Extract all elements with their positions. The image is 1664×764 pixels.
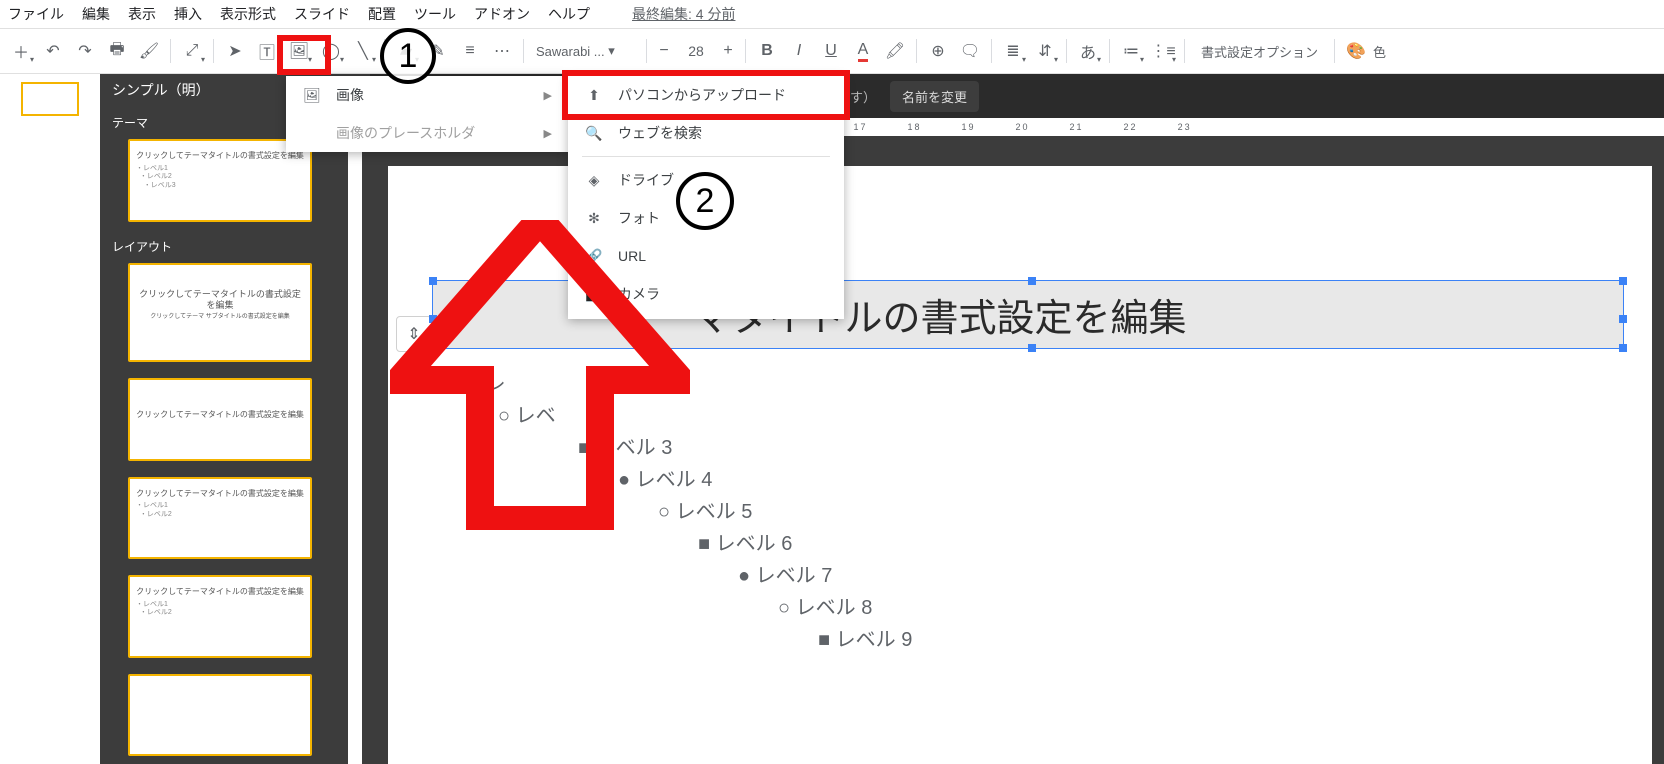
menu-edit[interactable]: 編集: [82, 4, 110, 24]
bold-button[interactable]: B: [752, 36, 782, 66]
highlight-button[interactable]: 🖍: [880, 36, 910, 66]
drive-icon: ◈: [584, 172, 604, 189]
submenu-search-web[interactable]: 🔍 ウェブを検索: [568, 114, 844, 152]
menu-bar: ファイル 編集 表示 挿入 表示形式 スライド 配置 ツール アドオン ヘルプ …: [0, 0, 1664, 28]
vertical-ruler: [340, 74, 370, 764]
menu-item-placeholder: 画像のプレースホルダ ▶: [286, 114, 568, 152]
numbered-list-button[interactable]: ≔: [1116, 36, 1146, 66]
theme-master-thumb[interactable]: クリックしてテーマタイトルの書式設定を編集 ・レベル1 ・レベル2 ・レベル3: [128, 139, 312, 221]
menu-insert[interactable]: 挿入: [174, 4, 202, 24]
chevron-right-icon: ▶: [544, 89, 552, 102]
shape-tool[interactable]: ◯: [316, 36, 346, 66]
menu-arrange[interactable]: 配置: [368, 4, 396, 24]
print-button[interactable]: 🖶: [102, 36, 132, 66]
upload-icon: ⬆: [584, 87, 604, 104]
red-arrow-annotation: [390, 220, 690, 530]
layout-thumb-5[interactable]: [128, 674, 312, 756]
input-tools-button[interactable]: あ: [1073, 36, 1103, 66]
banner-text: す）: [850, 87, 876, 106]
layout-section-label: レイアウト: [100, 230, 340, 255]
menu-help[interactable]: ヘルプ: [548, 4, 590, 24]
rename-button[interactable]: 名前を変更: [890, 81, 979, 112]
layout-thumb-3[interactable]: クリックしてテーマタイトルの書式設定を編集 ・レベル1 ・レベル2: [128, 477, 312, 559]
image-icon: 🖼: [302, 87, 322, 104]
toolbar: ＋ ↶ ↷ 🖶 🖌 ⤢ ➤ 🅃 🖼 ◯ ╲ ▰ ✎ ≡ ⋯ Sawarabi .…: [0, 28, 1664, 74]
insert-link-button[interactable]: ⊕: [923, 36, 953, 66]
undo-button[interactable]: ↶: [38, 36, 68, 66]
insert-image-button[interactable]: 🖼: [284, 36, 314, 66]
font-size-value[interactable]: 28: [679, 43, 713, 59]
menu-file[interactable]: ファイル: [8, 4, 64, 24]
font-size-increase[interactable]: +: [717, 40, 739, 62]
last-edit-link[interactable]: 最終編集: 4 分前: [632, 4, 735, 24]
underline-button[interactable]: U: [816, 36, 846, 66]
chevron-right-icon: ▶: [544, 127, 552, 140]
border-weight-button[interactable]: ≡: [455, 36, 485, 66]
theme-panel: シンプル（明） テーマ クリックしてテーマタイトルの書式設定を編集 ・レベル1 …: [100, 74, 340, 764]
search-icon: 🔍: [584, 125, 604, 142]
italic-button[interactable]: I: [784, 36, 814, 66]
format-options-button[interactable]: 書式設定オプション: [1191, 42, 1328, 61]
font-size-control[interactable]: − 28 +: [653, 40, 739, 62]
menu-item-image[interactable]: 🖼 画像 ▶: [286, 76, 568, 114]
select-tool[interactable]: ➤: [220, 36, 250, 66]
layout-thumb-4[interactable]: クリックしてテーマタイトルの書式設定を編集 ・レベル1 ・レベル2: [128, 575, 312, 657]
menu-slide[interactable]: スライド: [294, 4, 350, 24]
layout-thumb-2[interactable]: クリックしてテーマタイトルの書式設定を編集: [128, 378, 312, 460]
textbox-tool[interactable]: 🅃: [252, 36, 282, 66]
bulleted-list-button[interactable]: ⋮≡: [1148, 36, 1178, 66]
zoom-button[interactable]: ⤢: [177, 36, 207, 66]
redo-button[interactable]: ↷: [70, 36, 100, 66]
font-family-select[interactable]: Sawarabi ... ▾: [530, 37, 640, 65]
paint-format-button[interactable]: 🖌: [134, 36, 164, 66]
insert-image-menu: 🖼 画像 ▶ 画像のプレースホルダ ▶: [286, 76, 568, 152]
line-tool[interactable]: ╲: [348, 36, 378, 66]
border-dash-button[interactable]: ⋯: [487, 36, 517, 66]
filmstrip: [0, 74, 100, 764]
menu-tools[interactable]: ツール: [414, 4, 456, 24]
align-button[interactable]: ≣: [998, 36, 1028, 66]
palette-icon[interactable]: 🎨: [1341, 36, 1371, 66]
slide-thumbnail-1[interactable]: [21, 82, 79, 116]
text-color-button[interactable]: A: [848, 36, 878, 66]
font-size-decrease[interactable]: −: [653, 40, 675, 62]
callout-number-2: 2: [676, 172, 734, 230]
menu-addons[interactable]: アドオン: [474, 4, 530, 24]
line-spacing-button[interactable]: ⇵: [1030, 36, 1060, 66]
menu-view[interactable]: 表示: [128, 4, 156, 24]
new-slide-button[interactable]: ＋: [6, 36, 36, 66]
menu-format[interactable]: 表示形式: [220, 4, 276, 24]
submenu-upload[interactable]: ⬆ パソコンからアップロード: [568, 76, 844, 114]
insert-comment-button[interactable]: 🗨: [955, 36, 985, 66]
color-label[interactable]: 色: [1373, 42, 1386, 61]
callout-number-1: 1: [380, 28, 436, 84]
layout-thumb-1[interactable]: クリックしてテーマタイトルの書式設定を編集 クリックしてテーマ サブタイトルの書…: [128, 263, 312, 363]
